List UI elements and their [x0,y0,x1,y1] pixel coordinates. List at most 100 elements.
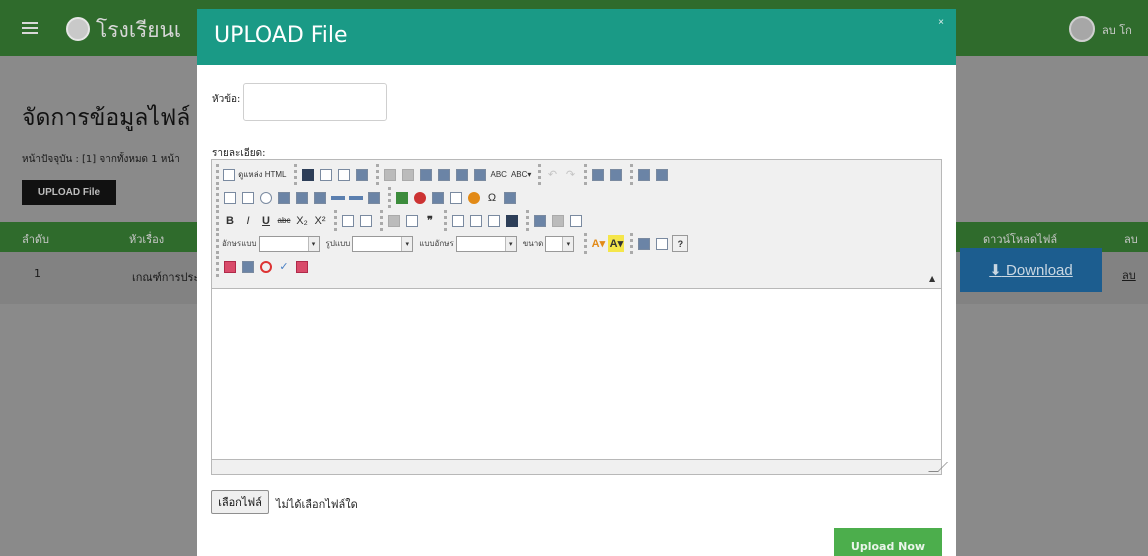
style-select[interactable]: ▾ [455,235,517,252]
link-button[interactable] [532,212,548,229]
print-button[interactable] [472,166,488,183]
paste-word-button[interactable] [454,166,470,183]
page-break-button[interactable] [502,189,518,206]
image-button[interactable] [394,189,410,206]
user-name[interactable]: ลบ โก [1102,21,1132,39]
subject-input[interactable] [243,83,387,121]
remove-format-button[interactable] [654,166,670,183]
unlink-button[interactable] [550,212,566,229]
bold-button[interactable]: B [222,212,238,229]
copy-button[interactable] [400,166,416,183]
paste-word-icon [455,168,468,181]
font-select[interactable]: ▾ [258,235,320,252]
image-button-icon [349,195,363,200]
templates-button[interactable] [354,166,370,183]
circle-icon [260,260,272,273]
blockquote-button[interactable]: ❞ [422,212,438,229]
hamburger-menu-icon[interactable] [22,22,38,34]
subscript-button[interactable]: X₂ [294,212,310,229]
source-icon [223,168,235,181]
school-logo [66,17,90,41]
plugin-button-1[interactable] [222,258,238,275]
link-icon [534,214,546,227]
spellcheck-menu-button[interactable]: ABC▾ [510,166,532,183]
plugin-button-3[interactable] [258,258,274,275]
paste-text-button[interactable] [436,166,452,183]
special-char-button[interactable]: Ω [484,189,500,206]
maximize-button[interactable] [636,235,652,252]
align-right-button[interactable] [486,212,502,229]
select-field-button[interactable] [312,189,328,206]
user-avatar[interactable] [1069,16,1095,42]
replace-button[interactable] [608,166,624,183]
find-button[interactable] [590,166,606,183]
spellcheck-button[interactable]: ABC [490,166,508,183]
choose-file-button[interactable]: เลือกไฟล์ [211,490,269,514]
collapse-toolbar-icon[interactable]: ▲ [929,274,935,283]
smiley-button[interactable] [466,189,482,206]
chevron-down-icon: ▾ [401,236,413,251]
help-button[interactable]: ? [672,235,689,252]
numbered-list-button[interactable] [340,212,356,229]
checkbox-button[interactable] [240,189,256,206]
editor-toolbar-row-3: B I U abc X₂ X² ❞ [216,210,590,231]
copy-icon [401,168,414,181]
textarea-button[interactable] [294,189,310,206]
bg-color-button[interactable]: A ▾ [608,235,625,252]
size-select[interactable]: ▾ [545,235,575,252]
table-button[interactable] [430,189,446,206]
delete-link[interactable]: ลบ [1122,266,1136,284]
download-button[interactable]: ⬇ Download [960,248,1102,292]
undo-button[interactable]: ↶ [544,166,560,183]
new-page-button[interactable] [318,166,334,183]
editor-toolbar-row-1: ดูแหล่ง HTML ABC ABC▾ ↶ ↷ [216,164,676,185]
plugin-button-4[interactable]: ✓ [276,258,292,275]
radio-button[interactable] [258,189,274,206]
indent-button[interactable] [404,212,420,229]
source-button[interactable]: ดูแหล่ง HTML [222,166,288,183]
spellcheck-icon: ABC [490,170,507,179]
source-label: ดูแหล่ง HTML [238,170,287,179]
size-label: ขนาด [522,239,544,248]
page-title: จัดการข้อมูลไฟล์ [22,105,191,131]
paste-button[interactable] [418,166,434,183]
select-all-button[interactable] [636,166,652,183]
align-left-button[interactable] [450,212,466,229]
blockquote-icon: ❞ [427,215,433,227]
youtube-button[interactable] [294,258,310,275]
horizontal-rule-button[interactable] [448,189,464,206]
preview-button[interactable] [336,166,352,183]
plugin-button-2[interactable] [240,258,256,275]
close-button[interactable]: × [935,17,947,29]
resize-handle-icon[interactable] [928,462,948,472]
align-justify-button[interactable] [504,212,520,229]
italic-button[interactable]: I [240,212,256,229]
text-color-button[interactable]: A ▾ [590,235,606,252]
upload-file-button[interactable]: UPLOAD File [22,180,116,205]
unlink-icon [552,214,564,227]
outdent-button[interactable] [386,212,402,229]
image-button-field-button[interactable] [348,189,364,206]
upload-now-button[interactable]: Upload Now [834,528,942,556]
bulleted-list-button[interactable] [358,212,374,229]
strikethrough-button[interactable]: abc [276,212,292,229]
print-icon [473,168,486,181]
save-button[interactable] [300,166,316,183]
editor-content-area[interactable] [211,288,942,460]
underline-button[interactable]: U [258,212,274,229]
format-select[interactable]: ▾ [352,235,414,252]
form-button[interactable] [222,189,238,206]
redo-button[interactable]: ↷ [562,166,578,183]
anchor-button[interactable] [568,212,584,229]
align-center-button[interactable] [468,212,484,229]
superscript-button[interactable]: X² [312,212,328,229]
flash-button[interactable] [412,189,428,206]
button-field-button[interactable] [330,189,346,206]
anchor-flag-icon [570,214,582,227]
show-blocks-button[interactable] [654,235,670,252]
cut-button[interactable] [382,166,398,183]
textfield-button[interactable] [276,189,292,206]
hidden-field-button[interactable] [366,189,382,206]
file-status-text: ไม่ได้เลือกไฟล์ใด [276,498,358,511]
templates-icon [355,168,368,181]
